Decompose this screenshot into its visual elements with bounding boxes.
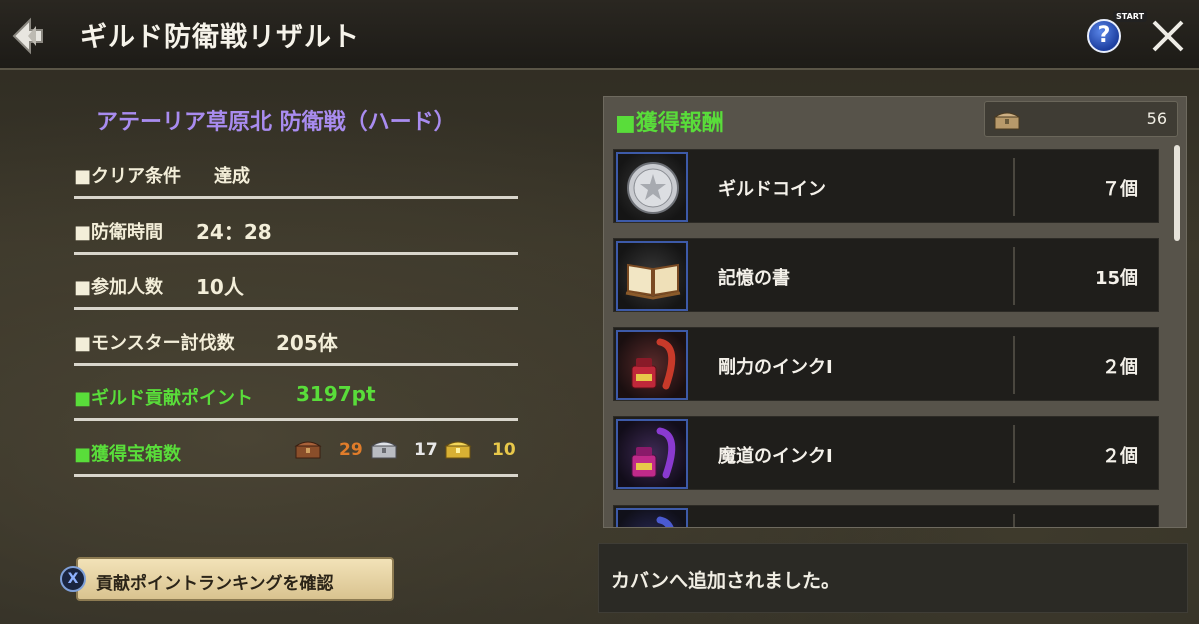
message-text: カバンへ追加されました。 (611, 570, 840, 592)
chest-counts: 29 17 10 (294, 438, 518, 462)
ranking-button[interactable]: 貢献ポイントランキングを確認 (76, 557, 394, 601)
guild-points-value: 3197pt (296, 382, 376, 406)
divider (1013, 247, 1015, 305)
header-bar: ギルド防衛戦リザルト ? START (0, 0, 1199, 70)
divider (1013, 158, 1015, 216)
clear-condition-label: ■クリア条件 (74, 166, 182, 187)
reward-item[interactable] (613, 505, 1159, 527)
book-icon (625, 263, 681, 300)
reward-icon-frame (616, 508, 688, 527)
reward-icon-frame (616, 330, 688, 400)
help-button[interactable]: ? (1087, 19, 1121, 53)
guild-coin-icon (627, 162, 679, 214)
back-button[interactable] (8, 14, 52, 58)
participants-row: ■参加人数 10人 (74, 271, 518, 310)
x-button-hint: X (60, 566, 86, 592)
guild-points-row: ■ギルド貢献ポイント 3197pt (74, 382, 518, 421)
chests-row: ■獲得宝箱数 29 17 10 (74, 438, 518, 477)
reward-scrollbar[interactable] (1174, 145, 1180, 241)
defense-time-label: ■防衛時間 (74, 222, 164, 243)
participants-value: 10人 (196, 275, 244, 299)
reward-name: 剛力のインクⅠ (718, 357, 833, 378)
divider (1013, 425, 1015, 483)
bronze-chest-icon (294, 441, 322, 459)
reward-icon-frame (616, 241, 688, 311)
chest-total-count: 56 (1146, 109, 1167, 128)
reward-item[interactable]: ギルドコイン ７個 (613, 149, 1159, 223)
reward-icon-frame (616, 152, 688, 222)
divider (1013, 336, 1015, 394)
reward-qty: ２個 (1102, 357, 1138, 378)
clear-condition-value: 達成 (214, 166, 250, 187)
close-icon (1152, 20, 1184, 52)
silver-chest-count: 17 (414, 440, 438, 460)
start-key-hint: START (1113, 11, 1148, 22)
reward-item[interactable]: 剛力のインクⅠ ２個 (613, 327, 1159, 401)
back-arrow-icon (12, 17, 43, 55)
reward-name: 記憶の書 (718, 268, 790, 289)
ranking-button-label: 貢献ポイントランキングを確認 (96, 574, 334, 594)
gold-chest-count: 10 (492, 440, 516, 460)
reward-item[interactable]: 魔道のインクⅠ ２個 (613, 416, 1159, 490)
reward-panel: ■獲得報酬 56 ギルドコイン ７個 記憶の書 15個 剛力のインクⅠ ２個 魔… (603, 96, 1187, 528)
close-button[interactable] (1148, 16, 1188, 56)
stage-title: アテーリア草原北 防衛戦（ハード） (96, 110, 456, 135)
chests-label: ■獲得宝箱数 (74, 444, 182, 465)
guild-points-label: ■ギルド貢献ポイント (74, 388, 254, 409)
participants-label: ■参加人数 (74, 277, 164, 298)
bronze-chest-count: 29 (339, 440, 363, 460)
reward-qty: ７個 (1102, 179, 1138, 200)
message-box: カバンへ追加されました。 (598, 543, 1188, 613)
reward-name: 魔道のインクⅠ (718, 446, 833, 467)
monsters-row: ■モンスター討伐数 205体 (74, 327, 518, 366)
purple-ink-icon (631, 427, 676, 479)
reward-name: ギルドコイン (718, 179, 826, 200)
reward-icon-frame (616, 419, 688, 489)
partial-item-icon (656, 516, 674, 527)
divider (1013, 514, 1015, 527)
clear-condition-row: ■クリア条件 達成 (74, 160, 518, 199)
reward-header: ■獲得報酬 (615, 111, 724, 136)
chest-total-box: 56 (984, 101, 1178, 137)
page-title: ギルド防衛戦リザルト (80, 22, 360, 53)
defense-time-row: ■防衛時間 24：28 (74, 216, 518, 255)
silver-chest-icon (370, 441, 398, 459)
chest-icon (993, 112, 1021, 130)
reward-qty: ２個 (1102, 446, 1138, 467)
monsters-value: 205体 (276, 331, 338, 355)
gold-chest-icon (444, 441, 472, 459)
monsters-label: ■モンスター討伐数 (74, 333, 235, 354)
defense-time-value: 24：28 (196, 220, 272, 244)
red-ink-icon (631, 338, 676, 390)
reward-item[interactable]: 記憶の書 15個 (613, 238, 1159, 312)
reward-qty: 15個 (1094, 268, 1138, 289)
